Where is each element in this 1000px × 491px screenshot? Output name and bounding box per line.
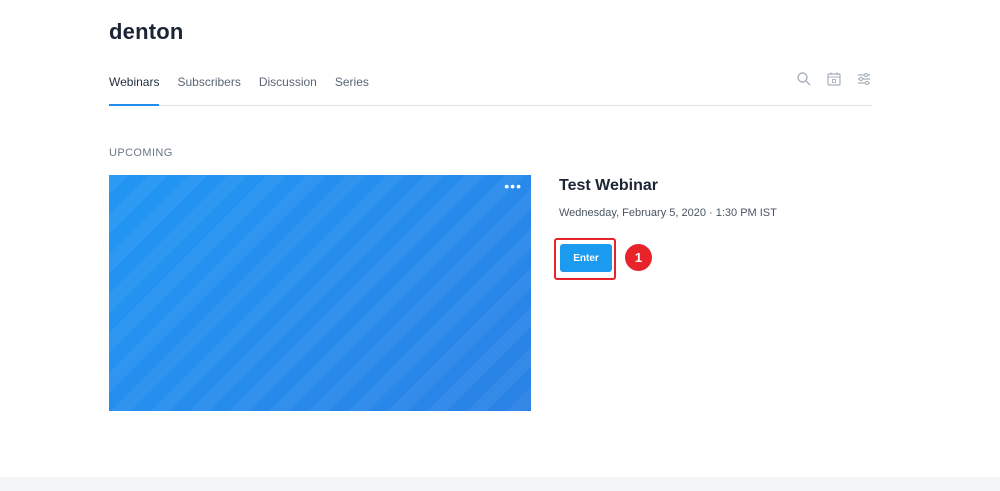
- search-icon[interactable]: [796, 71, 812, 87]
- tabs: Webinars Subscribers Discussion Series: [109, 74, 872, 106]
- enter-button-highlight: Enter: [554, 238, 616, 280]
- annotation-badge: 1: [625, 244, 652, 271]
- nav-bar: Webinars Subscribers Discussion Series: [109, 71, 872, 106]
- tab-webinars[interactable]: Webinars: [109, 74, 160, 106]
- brand-name[interactable]: denton: [109, 19, 184, 45]
- nav-icons: [796, 71, 872, 87]
- calendar-icon[interactable]: [826, 71, 842, 87]
- enter-button[interactable]: Enter: [560, 244, 612, 272]
- more-options-icon[interactable]: •••: [504, 179, 522, 193]
- tab-series[interactable]: Series: [335, 74, 369, 106]
- tab-subscribers[interactable]: Subscribers: [177, 74, 240, 106]
- section-label-upcoming: UPCOMING: [109, 147, 173, 159]
- webinar-thumbnail[interactable]: •••: [109, 175, 531, 411]
- webinar-title[interactable]: Test Webinar: [559, 177, 658, 195]
- page: denton Webinars Subscribers Discussion S…: [0, 0, 1000, 491]
- webinar-datetime: Wednesday, February 5, 2020 · 1:30 PM IS…: [559, 207, 777, 219]
- settings-sliders-icon[interactable]: [856, 71, 872, 87]
- footer-bar: [0, 477, 1000, 491]
- tab-discussion[interactable]: Discussion: [259, 74, 317, 106]
